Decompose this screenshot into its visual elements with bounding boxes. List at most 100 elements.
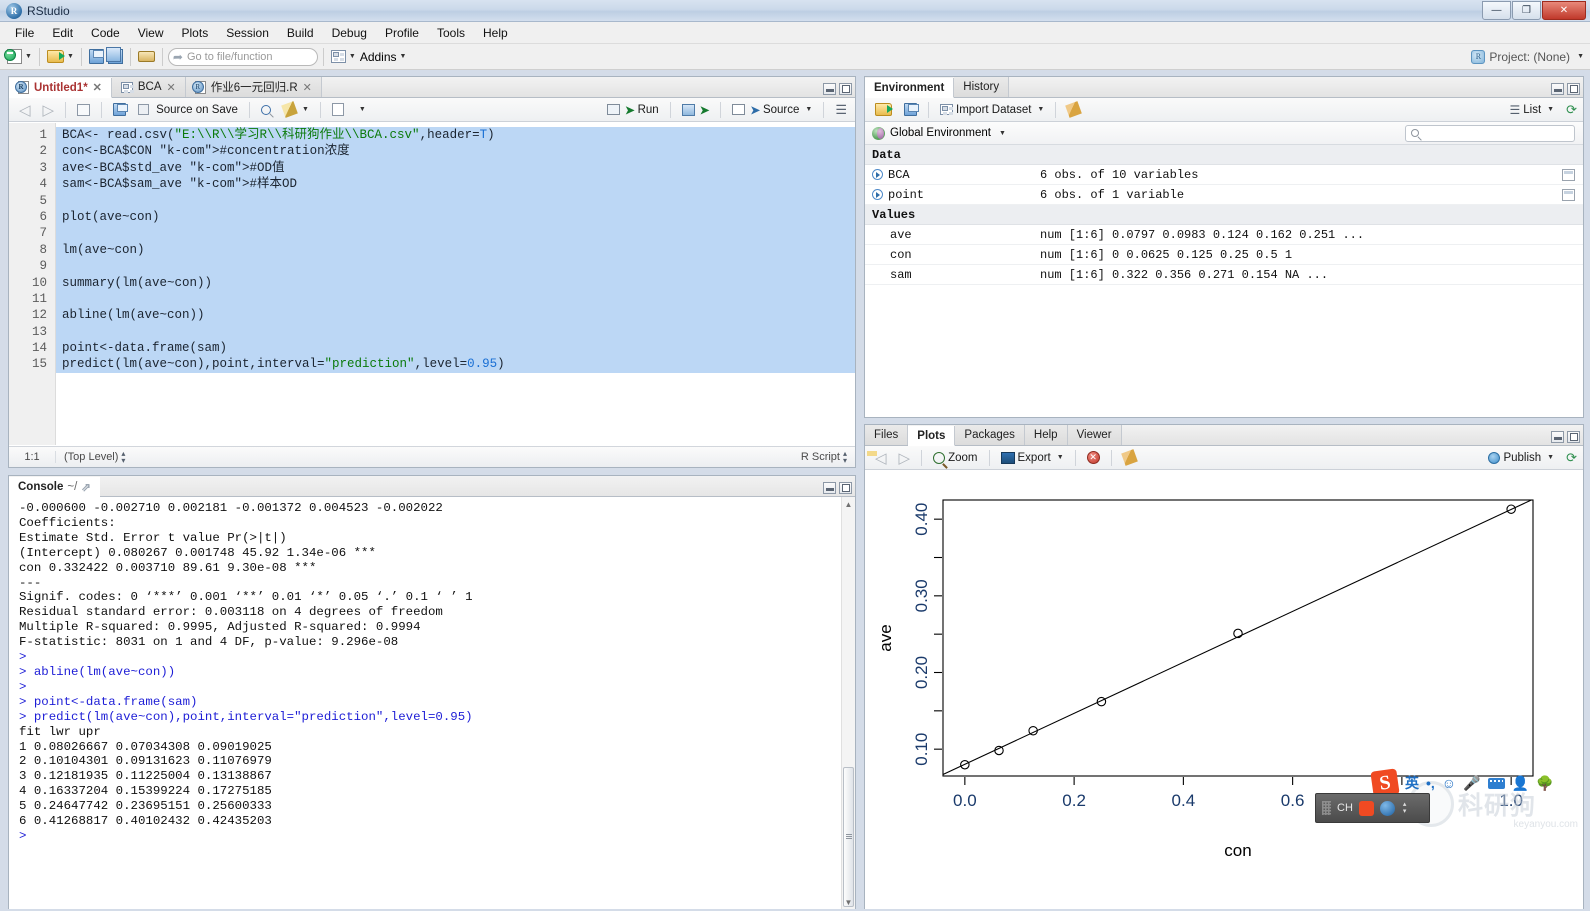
chevron-down-icon[interactable]: ▼ xyxy=(25,53,32,60)
environment-scope-label[interactable]: Global Environment xyxy=(890,127,991,139)
view-table-icon[interactable] xyxy=(1562,168,1575,181)
menu-view[interactable]: View xyxy=(129,24,173,42)
console-input-prompt[interactable]: > xyxy=(19,829,855,844)
save-button[interactable] xyxy=(87,46,106,68)
menu-debug[interactable]: Debug xyxy=(323,24,376,42)
source-on-save-checkbox[interactable]: Source on Save xyxy=(134,100,242,120)
tab-untitled1[interactable]: Untitled1* ✕ xyxy=(9,78,112,98)
sogou-icon[interactable] xyxy=(1358,800,1374,816)
print-button[interactable] xyxy=(136,46,157,68)
tab-console[interactable]: Console ~/ ⇗ xyxy=(9,477,100,497)
tab-viewer[interactable]: Viewer xyxy=(1067,425,1122,445)
minimize-pane-button[interactable] xyxy=(823,83,836,95)
scrollbar-thumb[interactable] xyxy=(843,767,854,907)
chevron-down-icon[interactable]: ▼ xyxy=(999,130,1006,137)
tab-history[interactable]: History xyxy=(954,77,1010,97)
tab-homework-r[interactable]: 作业6一元回归.R ✕ xyxy=(185,77,322,97)
tab-plots[interactable]: Plots xyxy=(908,426,956,446)
restore-button[interactable]: ❐ xyxy=(1512,1,1541,20)
code-editor[interactable]: 1 2 3 4 5 6 7 8 9 10 11 12 13 14 15 BCA<… xyxy=(9,123,855,445)
save-file-button[interactable] xyxy=(109,100,130,120)
close-icon[interactable]: ✕ xyxy=(167,81,176,94)
minimize-button[interactable]: — xyxy=(1482,1,1511,20)
tree-icon[interactable]: 🌳 xyxy=(1536,775,1553,792)
table-row[interactable]: point 6 obs. of 1 variable xyxy=(865,185,1583,205)
goto-file-function-input[interactable]: ➦ Go to file/function xyxy=(167,47,318,66)
compile-report-button[interactable] xyxy=(328,100,348,120)
remove-plot-button[interactable]: ✕ xyxy=(1083,448,1104,468)
clear-objects-button[interactable] xyxy=(1063,100,1084,120)
menu-plots[interactable]: Plots xyxy=(173,24,218,42)
back-button[interactable]: ◁ xyxy=(15,100,35,120)
menu-file[interactable]: File xyxy=(6,24,43,42)
load-workspace-button[interactable] xyxy=(871,100,896,120)
chevron-down-icon[interactable]: ▼ xyxy=(1037,106,1044,113)
refresh-plot-button[interactable]: ⟳ xyxy=(1562,448,1583,468)
import-dataset-button[interactable]: Import Dataset ▼ xyxy=(936,100,1048,120)
forward-button[interactable]: ▷ xyxy=(39,100,59,120)
view-mode-button[interactable]: ☰ List ▼ xyxy=(1505,100,1558,120)
new-file-button[interactable]: ▼ xyxy=(4,46,34,68)
file-type-selector[interactable]: R Script ▴ ▾ xyxy=(801,450,855,465)
save-workspace-button[interactable] xyxy=(900,100,921,120)
source-button[interactable]: ➤ Source ▼ xyxy=(728,100,816,120)
user-icon[interactable]: 👤 xyxy=(1512,775,1529,792)
ime-language-indicator[interactable]: CH xyxy=(1337,802,1353,814)
menu-code[interactable]: Code xyxy=(82,24,129,42)
windows-ime-widget[interactable]: CH ▴ ▾ xyxy=(1315,793,1430,823)
code-text-area[interactable]: BCA<- read.csv("E:\\R\\学习R\\科研狗作业\\BCA.c… xyxy=(56,123,855,445)
microphone-icon[interactable]: 🎤 xyxy=(1463,775,1480,792)
maximize-pane-button[interactable] xyxy=(1567,83,1580,95)
minimize-pane-button[interactable] xyxy=(1551,431,1564,443)
menu-build[interactable]: Build xyxy=(278,24,323,42)
next-plot-button[interactable]: ▷ xyxy=(895,448,915,468)
refresh-button[interactable]: ⟳ xyxy=(1562,100,1583,120)
chevron-down-icon[interactable]: ▼ xyxy=(1547,106,1554,113)
scroll-up-icon[interactable]: ▲ xyxy=(842,497,855,511)
chevron-down-icon[interactable]: ▼ xyxy=(1577,53,1584,60)
tab-packages[interactable]: Packages xyxy=(955,425,1025,445)
export-plot-button[interactable]: Export ▼ xyxy=(997,448,1068,468)
menu-profile[interactable]: Profile xyxy=(376,24,428,42)
environment-search-input[interactable] xyxy=(1405,124,1575,142)
popout-icon[interactable]: ⇗ xyxy=(81,480,91,494)
close-icon[interactable]: ✕ xyxy=(93,81,102,94)
addins-button[interactable]: Addins ▼ xyxy=(358,46,409,68)
menu-session[interactable]: Session xyxy=(217,24,278,42)
ime-language-label[interactable]: 英 xyxy=(1405,773,1419,793)
save-all-button[interactable] xyxy=(105,46,125,68)
expand-icon[interactable] xyxy=(872,189,883,200)
emoji-icon[interactable]: ☺ xyxy=(1442,775,1456,791)
scroll-down-icon[interactable]: ▼ xyxy=(842,895,855,909)
chevron-down-icon[interactable]: ▼ xyxy=(805,106,812,113)
ime-expand-collapse[interactable]: ▴ ▾ xyxy=(1403,801,1407,815)
console-scrollbar[interactable]: ▲ ▼ xyxy=(841,497,855,909)
view-table-icon[interactable] xyxy=(1562,188,1575,201)
menu-edit[interactable]: Edit xyxy=(43,24,82,42)
show-in-new-window-button[interactable] xyxy=(73,100,94,120)
minimize-pane-button[interactable] xyxy=(1551,83,1564,95)
table-row[interactable]: sam num [1:6] 0.322 0.356 0.271 0.154 NA… xyxy=(865,265,1583,285)
table-row[interactable]: ave num [1:6] 0.0797 0.0983 0.124 0.162 … xyxy=(865,225,1583,245)
minimize-pane-button[interactable] xyxy=(823,482,836,494)
close-icon[interactable]: ✕ xyxy=(303,81,312,94)
clear-all-plots-button[interactable] xyxy=(1119,448,1140,468)
console-output[interactable]: -0.000600 -0.002710 0.002181 -0.001372 0… xyxy=(9,497,855,909)
project-selector[interactable]: R Project: (None) ▼ xyxy=(1471,49,1584,64)
find-replace-button[interactable] xyxy=(257,100,275,120)
source-options-button[interactable]: ▼ xyxy=(352,100,370,120)
maximize-pane-button[interactable] xyxy=(1567,431,1580,443)
drag-handle-icon[interactable] xyxy=(1322,801,1331,815)
chevron-down-icon[interactable]: ▼ xyxy=(67,53,74,60)
publish-button[interactable]: Publish ▼ xyxy=(1484,448,1558,468)
table-row[interactable]: con num [1:6] 0 0.0625 0.125 0.25 0.5 1 xyxy=(865,245,1583,265)
chevron-down-icon[interactable]: ▼ xyxy=(349,53,356,60)
zoom-plot-button[interactable]: Zoom xyxy=(929,448,981,468)
code-tools-button[interactable]: ▼ xyxy=(279,100,313,120)
maximize-pane-button[interactable] xyxy=(839,482,852,494)
rerun-button[interactable]: ➤ xyxy=(678,100,714,120)
tab-environment[interactable]: Environment xyxy=(865,78,955,98)
scope-selector[interactable]: (Top Level) ▴ ▾ xyxy=(56,450,125,465)
plot-canvas[interactable]: 0.00.20.40.60.81.00.100.200.300.40avecon xyxy=(865,470,1583,909)
run-button[interactable]: ➤ Run xyxy=(603,100,663,120)
